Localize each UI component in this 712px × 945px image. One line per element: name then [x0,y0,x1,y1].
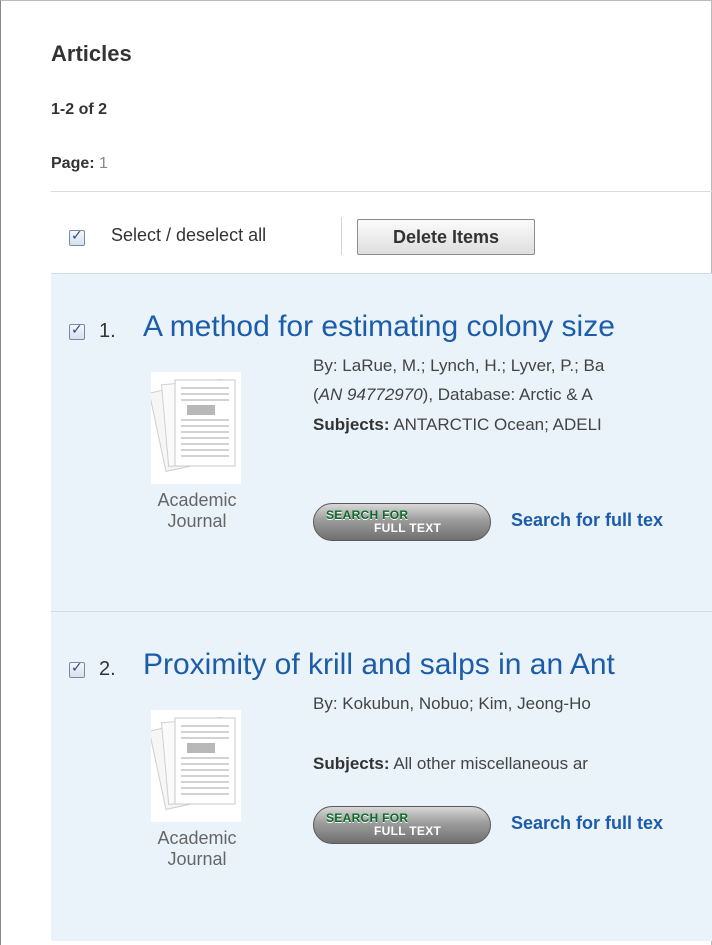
publication-type: Academic Journal [157,490,237,531]
publication-type: Academic Journal [157,828,237,869]
result-count: 1-2 of 2 [51,101,108,118]
search-full-text-button[interactable]: SEARCH FOR FULL TEXT [313,806,491,844]
results-panel: Articles 1-2 of 2 Page: 1 Select / desel… [0,0,712,945]
page-label: Page: [51,155,95,172]
result-source: (AN 94772970), Database: Arctic & A [313,385,593,404]
result-title-link[interactable]: A method for estimating colony size [143,310,615,344]
pagination: Page: 1 [51,155,108,173]
search-full-text-button[interactable]: SEARCH FOR FULL TEXT [313,503,491,541]
document-stack-icon[interactable] [151,372,241,484]
search-full-text-link[interactable]: Search for full tex [511,813,663,834]
result-subjects: Subjects: All other miscellaneous ar [313,754,588,773]
document-stack-icon[interactable] [151,710,241,822]
accession-number: AN 94772970 [318,385,423,404]
result-item: 2. Proximity of krill and salps in an An… [51,611,712,941]
select-all-label[interactable]: Select / deselect all [111,225,266,246]
result-checkbox[interactable] [69,322,85,340]
result-authors: By: LaRue, M.; Lynch, H.; Lyver, P.; Ba [313,356,605,375]
toolbar-divider [341,217,342,255]
result-checkbox[interactable] [69,660,85,678]
result-number: 1. [99,320,116,342]
page-number[interactable]: 1 [99,155,108,172]
result-item: 1. A method for estimating colony size A… [51,273,712,611]
result-subjects: Subjects: ANTARCTIC Ocean; ADELI [313,415,602,434]
delete-items-button[interactable]: Delete Items [357,219,535,255]
result-title-link[interactable]: Proximity of krill and salps in an Ant [143,648,615,682]
select-all-checkbox[interactable] [69,228,85,246]
result-number: 2. [99,658,116,680]
search-full-text-link[interactable]: Search for full tex [511,510,663,531]
result-authors: By: Kokubun, Nobuo; Kim, Jeong-Ho [313,694,591,713]
section-title: Articles [51,41,132,66]
folder-toolbar: Select / deselect all Delete Items [51,191,712,273]
